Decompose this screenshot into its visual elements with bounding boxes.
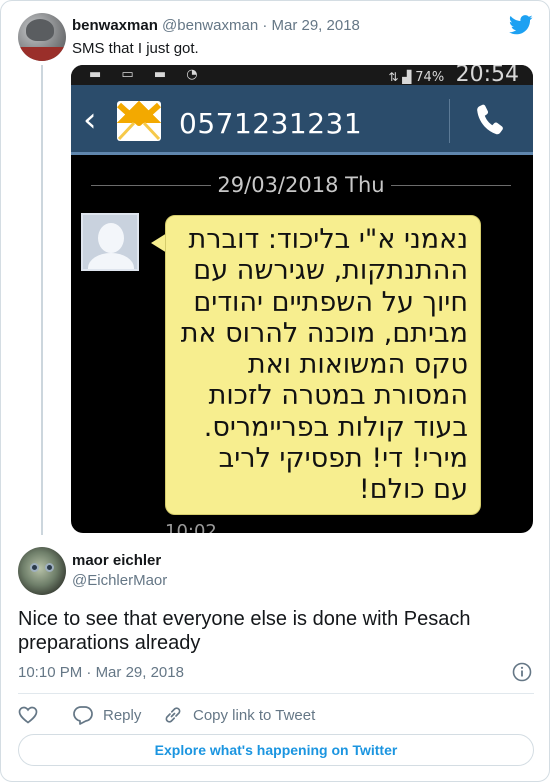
tweet-embed-card: benwaxman @benwaxman · Mar 29, 2018 SMS … [0, 0, 550, 782]
message-line: עם כולם! [358, 474, 468, 506]
message-text: נאמני א"י בליכוד: דוברת ההתנתקות, שגירשה… [178, 224, 468, 506]
info-icon[interactable] [512, 662, 532, 682]
parent-tweet-text: SMS that I just got. [72, 40, 199, 57]
message-line: בעוד קולות בפריימריס. [203, 411, 468, 443]
message-line: ההתנתקות, שגירשה עם [193, 255, 468, 287]
envelope-icon [117, 101, 161, 141]
reply-label: Reply [103, 706, 142, 724]
link-icon [165, 707, 181, 723]
author-avatar[interactable] [18, 13, 66, 61]
back-chevron-icon: ‹ [83, 100, 97, 140]
author-handle[interactable]: @benwaxman [162, 17, 258, 34]
contact-avatar [81, 213, 139, 271]
phone-status-bar: ▬ ▭ ▬ ◔ ⇅ ▟ 74% 20:54 [71, 65, 533, 87]
message-line: המסורת במטרה לזכות [208, 380, 468, 412]
message-line: מירי! די! תפסיקי לריב [218, 443, 468, 475]
sms-screenshot-image[interactable]: ▬ ▭ ▬ ◔ ⇅ ▟ 74% 20:54 ‹ 0571231231 29/03… [71, 65, 533, 533]
separator-dot: · [86, 664, 92, 681]
status-right: ⇅ ▟ 74% 20:54 [388, 65, 519, 87]
message-line: חיוך על השפתיים יהודים [193, 286, 468, 318]
message-bubble: נאמני א"י בליכוד: דוברת ההתנתקות, שגירשה… [165, 215, 481, 515]
thread-connector [41, 65, 43, 535]
message-line: טקס המשואות ואת [247, 349, 468, 381]
twitter-logo-icon[interactable] [509, 15, 533, 35]
copy-link-label: Copy link to Tweet [193, 706, 316, 724]
status-icons: ▬ ▭ ▬ ◔ [89, 67, 206, 82]
message-line: נאמני א"י בליכוד: דוברת [188, 224, 468, 255]
reply-time[interactable]: 10:10 PM [18, 664, 82, 681]
divider [18, 693, 534, 694]
copy-link-button[interactable]: Copy link to Tweet [163, 704, 315, 726]
reply-button[interactable]: Reply [73, 704, 141, 726]
header-divider [449, 99, 450, 143]
sender-number: 0571231231 [179, 107, 363, 140]
reply-author-handle[interactable]: @EichlerMaor [72, 572, 167, 590]
message-line: מביתם, מוכנה להרוס את [180, 317, 468, 349]
author-name[interactable]: benwaxman [72, 17, 158, 34]
status-time: 20:54 [455, 65, 519, 87]
separator-dot: · [262, 17, 268, 34]
reply-author-avatar[interactable] [18, 547, 66, 595]
tweet-date[interactable]: Mar 29, 2018 [272, 17, 360, 34]
reply-timestamp[interactable]: 10:10 PM · Mar 29, 2018 [18, 664, 184, 682]
reply-tweet-text: Nice to see that everyone else is done w… [18, 608, 471, 654]
parent-tweet-header: benwaxman @benwaxman · Mar 29, 2018 [72, 17, 360, 35]
sms-header: ‹ 0571231231 [71, 85, 533, 155]
reply-icon [73, 706, 93, 725]
like-button[interactable] [18, 704, 48, 726]
message-time: 10:02 [165, 521, 217, 533]
reply-author-name[interactable]: maor eichler [72, 552, 161, 570]
explore-twitter-button[interactable]: Explore what's happening on Twitter [18, 734, 534, 766]
phone-call-icon [477, 104, 503, 135]
message-date-row: 29/03/2018 Thu [91, 173, 511, 197]
heart-icon [18, 706, 38, 724]
status-battery: 74% [415, 70, 445, 85]
reply-date[interactable]: Mar 29, 2018 [96, 664, 184, 681]
